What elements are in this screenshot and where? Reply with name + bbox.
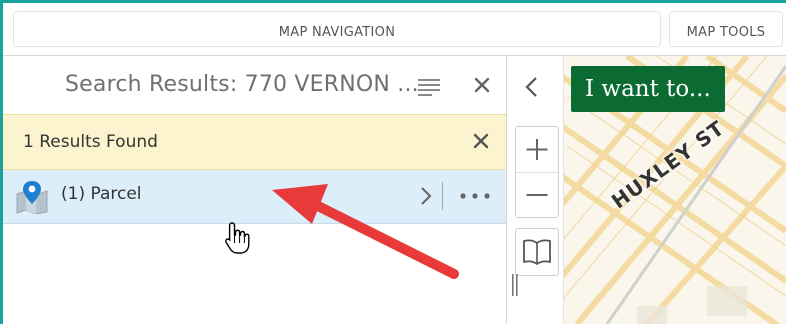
result-item-label: (1) Parcel <box>61 184 142 204</box>
hand-cursor-icon <box>225 222 250 254</box>
search-results-title: Search Results: 770 VERNON ... <box>65 72 419 97</box>
tab-map-tools[interactable]: MAP TOOLS <box>669 11 783 47</box>
zoom-controls <box>515 126 559 218</box>
i-want-to-button[interactable]: I want to... <box>571 66 725 112</box>
minus-icon[interactable] <box>516 173 558 217</box>
close-icon[interactable] <box>471 131 491 151</box>
arrow-annotation <box>272 184 459 279</box>
book-icon <box>523 239 551 265</box>
close-icon[interactable] <box>471 74 493 96</box>
chevron-left-icon[interactable] <box>521 74 543 100</box>
drag-handle-icon[interactable] <box>509 272 521 298</box>
map-view[interactable]: HUXLEY ST I want to... <box>507 56 786 324</box>
tab-map-navigation[interactable]: MAP NAVIGATION <box>13 11 661 47</box>
list-icon[interactable] <box>418 78 440 96</box>
search-results-header: Search Results: 770 VERNON ... <box>3 56 506 114</box>
results-count-text: 1 Results Found <box>23 132 158 152</box>
results-count-bar: 1 Results Found <box>3 114 506 170</box>
plus-icon[interactable] <box>516 127 558 173</box>
map-marker-icon <box>16 181 48 214</box>
top-toolbar: MAP NAVIGATION MAP TOOLS <box>3 3 786 55</box>
bookmarks-button[interactable] <box>515 228 559 276</box>
